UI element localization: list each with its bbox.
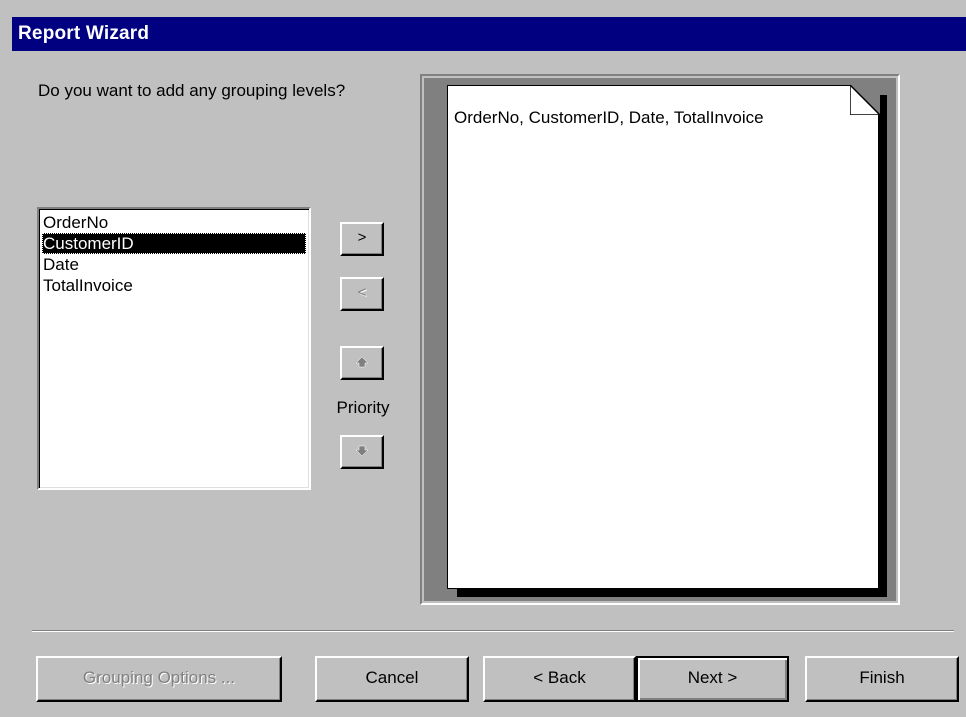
footer-separator [32,630,954,632]
title-bar: Report Wizard [12,17,966,51]
arrow-down-icon [355,445,369,457]
grouping-options-button[interactable]: Grouping Options ... [36,656,282,702]
back-button[interactable]: < Back [483,656,636,702]
next-button[interactable]: Next > [636,656,789,702]
list-item[interactable]: CustomerID [42,233,306,254]
preview-grouping-text: OrderNo, CustomerID, Date, TotalInvoice [454,108,764,127]
priority-up-button[interactable] [340,346,384,380]
list-item[interactable]: OrderNo [42,212,306,233]
window-title: Report Wizard [18,23,150,44]
priority-label: Priority [336,398,390,417]
priority-down-button[interactable] [340,435,384,469]
add-grouping-button[interactable]: > [340,222,384,256]
preview-page [447,85,879,589]
list-item[interactable]: Date [42,254,306,275]
report-wizard-window: Report Wizard Do you want to add any gro… [0,0,966,717]
arrow-up-icon [355,356,369,368]
remove-grouping-button[interactable]: < [340,277,384,311]
grouping-prompt: Do you want to add any grouping levels? [38,81,346,100]
page-fold-icon [850,85,880,115]
available-fields-list[interactable]: OrderNo CustomerID Date TotalInvoice [37,207,311,490]
cancel-button[interactable]: Cancel [315,656,469,702]
list-item[interactable]: TotalInvoice [42,275,306,296]
finish-button[interactable]: Finish [805,656,959,702]
